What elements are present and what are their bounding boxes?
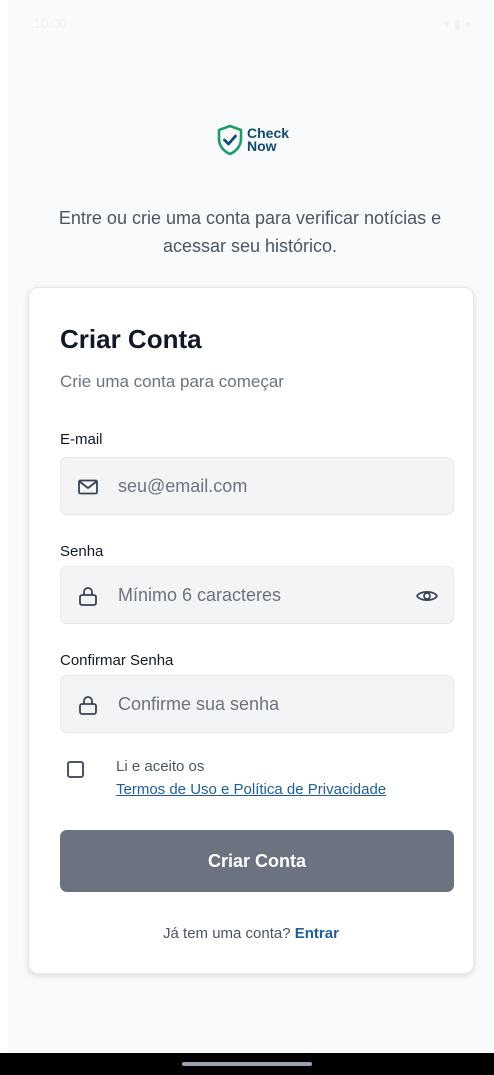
mail-icon (78, 479, 98, 495)
logo-line-now: Now (247, 138, 277, 154)
system-navigation-bar (0, 1053, 494, 1075)
signup-card: Criar Conta Crie uma conta para começar … (28, 287, 474, 974)
card-title: Criar Conta (60, 324, 202, 354)
lock-icon (79, 696, 97, 715)
email-label: E-mail (60, 431, 103, 448)
home-gesture-handle[interactable] (182, 1062, 312, 1066)
login-prompt-row: Já tem uma conta? Entrar (29, 925, 473, 942)
email-input[interactable] (118, 458, 418, 514)
card-subtitle: Crie uma conta para começar (60, 372, 284, 391)
confirm-password-input[interactable] (118, 676, 418, 732)
eye-icon[interactable] (415, 585, 439, 607)
app-screen: 10:00 ▾ ▮ ● Check Now Entre ou crie uma … (8, 0, 492, 1075)
frame-edge (0, 0, 8, 1053)
shield-check-icon (217, 124, 243, 156)
password-field-box[interactable] (60, 566, 454, 624)
status-time: 10:00 (34, 16, 67, 31)
login-prompt-text: Já tem uma conta? (163, 925, 295, 942)
create-account-button[interactable]: Criar Conta (60, 830, 454, 892)
password-input[interactable] (118, 567, 418, 623)
status-icons: ▾ ▮ ● (443, 16, 472, 31)
tagline: Entre ou crie uma conta para verificar n… (58, 208, 442, 256)
app-logo: Check Now (216, 124, 289, 156)
terms-link[interactable]: Termos de Uso e Política de Privacidade (116, 781, 386, 798)
confirm-password-label: Confirmar Senha (60, 652, 174, 669)
lock-icon (79, 587, 97, 606)
login-link[interactable]: Entrar (295, 925, 339, 942)
confirm-password-field-box[interactable] (60, 675, 454, 733)
password-label: Senha (60, 543, 104, 560)
email-field-box[interactable] (60, 457, 454, 515)
terms-text: Li e aceito os (116, 758, 205, 775)
logo-wordmark: Check Now (247, 126, 289, 154)
status-bar: 10:00 ▾ ▮ ● (8, 0, 492, 46)
terms-checkbox[interactable] (67, 761, 84, 778)
